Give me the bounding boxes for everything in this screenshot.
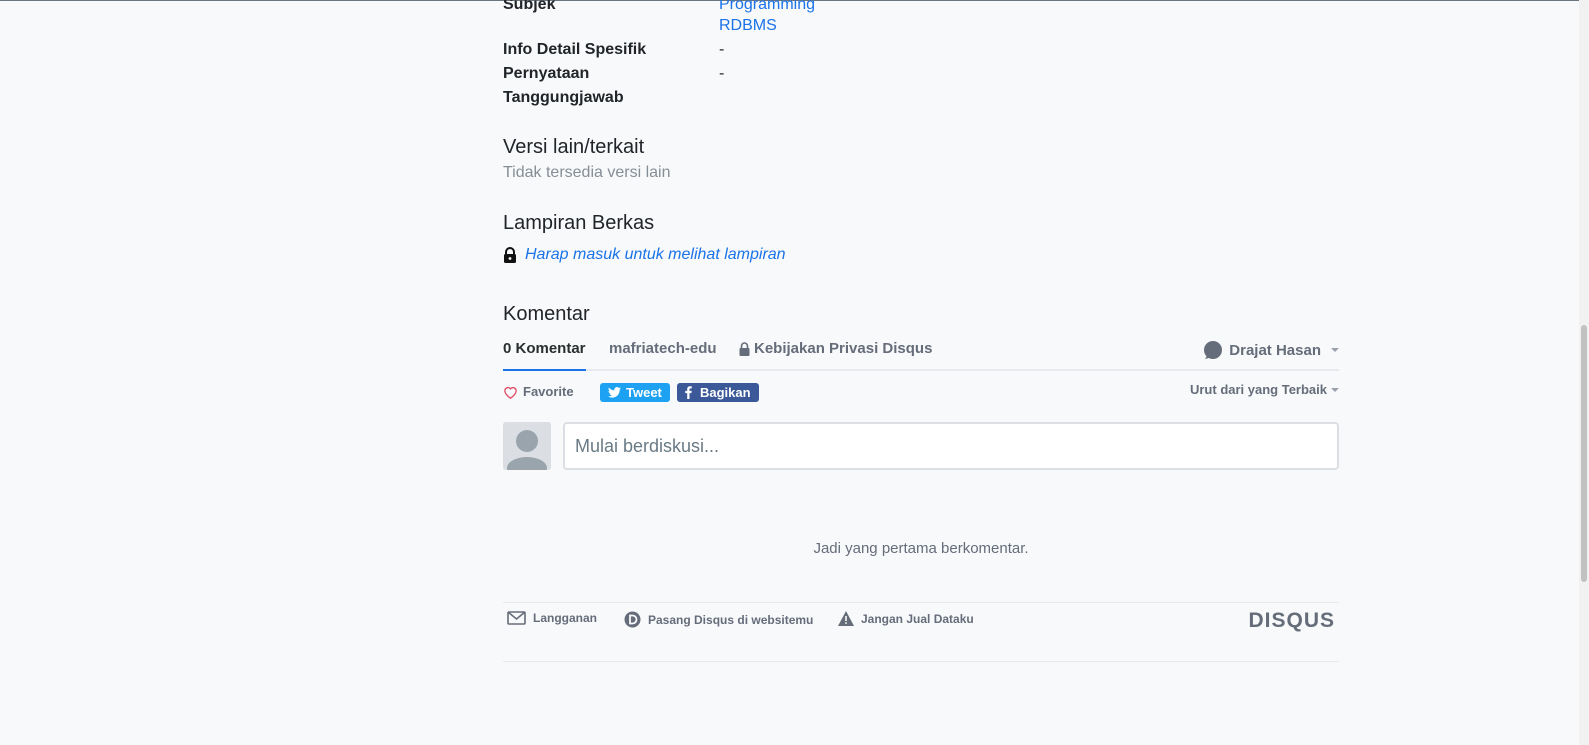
tab-privacy[interactable]: Kebijakan Privasi Disqus <box>739 340 932 357</box>
favorite-label: Favorite <box>523 384 574 399</box>
tab-community[interactable]: mafriatech-edu <box>609 340 717 357</box>
comment-input[interactable] <box>563 422 1339 470</box>
dont-sell-label: Jangan Jual Dataku <box>861 611 974 626</box>
avatar <box>503 422 551 470</box>
attachment-login-link[interactable]: Harap masuk untuk melihat lampiran <box>525 246 786 264</box>
heart-icon <box>504 386 517 399</box>
user-name: Drajat Hasan <box>1229 341 1321 359</box>
subscribe-label: Langganan <box>533 611 598 625</box>
scrollbar-thumb[interactable] <box>1581 325 1587 582</box>
tweet-button[interactable]: Tweet <box>600 383 670 402</box>
active-tab-indicator <box>503 369 586 371</box>
chat-bubble-icon <box>1204 341 1223 359</box>
meta-value-statement: - <box>719 65 725 82</box>
disqus-footer: Langganan Pasang Disqus di websitemu Jan… <box>503 602 1339 662</box>
disqus-logo[interactable]: DISQUS <box>1248 609 1335 633</box>
disqus-d-icon <box>624 611 641 628</box>
facebook-icon <box>685 386 692 399</box>
subscribe-link[interactable]: Langganan <box>507 611 597 625</box>
empty-comments-message: Jadi yang pertama berkomentar. <box>813 540 1029 557</box>
envelope-icon <box>507 611 526 625</box>
meta-key-statement-2: Tanggungjawab <box>503 89 624 106</box>
comments-title: Komentar <box>503 303 590 325</box>
dont-sell-link[interactable]: Jangan Jual Dataku <box>838 611 974 626</box>
install-disqus-link[interactable]: Pasang Disqus di websitemu <box>624 611 813 628</box>
attachment-login-row: Harap masuk untuk melihat lampiran <box>503 246 786 264</box>
install-label: Pasang Disqus di websitemu <box>648 612 814 627</box>
subject-link-rdbms[interactable]: RDBMS <box>719 14 777 38</box>
meta-value-detail: - <box>719 41 725 58</box>
meta-key-subject: Subjek <box>503 0 556 13</box>
lock-icon <box>503 247 517 263</box>
chevron-down-icon <box>1331 387 1339 392</box>
sort-dropdown[interactable]: Urut dari yang Terbaik <box>1190 382 1339 397</box>
disqus-tabs: 0 Komentar mafriatech-edu Kebijakan Priv… <box>503 332 1339 371</box>
disqus-actions: Favorite Tweet Bagikan Urut dari yang Te… <box>503 382 1339 406</box>
attachments-title: Lampiran Berkas <box>503 212 655 234</box>
tweet-label: Tweet <box>626 385 662 400</box>
favorite-button[interactable]: Favorite <box>503 384 574 399</box>
chevron-down-icon <box>1331 348 1339 352</box>
tab-comment-count[interactable]: 0 Komentar <box>503 340 586 357</box>
versions-title: Versi lain/terkait <box>503 136 645 158</box>
page-scrollbar[interactable] <box>1579 0 1589 745</box>
meta-key-detail: Info Detail Spesifik <box>503 41 647 58</box>
share-button[interactable]: Bagikan <box>677 383 759 402</box>
tab-privacy-label: Kebijakan Privasi Disqus <box>754 340 933 357</box>
user-menu[interactable]: Drajat Hasan <box>1203 340 1339 360</box>
versions-empty: Tidak tersedia versi lain <box>503 164 671 181</box>
padlock-icon <box>739 341 750 356</box>
share-label: Bagikan <box>700 385 751 400</box>
twitter-icon <box>608 387 621 398</box>
meta-key-statement-1: Pernyataan <box>503 65 590 82</box>
warning-icon <box>838 611 854 626</box>
sort-label: Urut dari yang Terbaik <box>1189 382 1327 397</box>
